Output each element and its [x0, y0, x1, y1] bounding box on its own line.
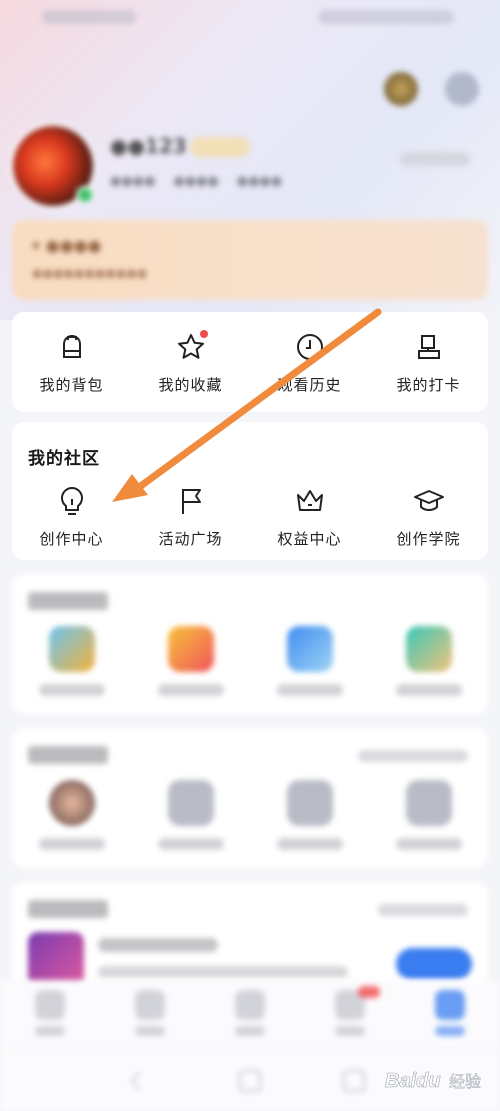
my-favorites-button[interactable]: 我的收藏 — [131, 330, 250, 395]
community-card: 我的社区 创作中心 活动广场 权益中心 创作学院 — [12, 422, 488, 560]
service-row2-item-1[interactable] — [12, 780, 131, 850]
nav-item-3[interactable] — [200, 980, 300, 1050]
user-stats: ●●●● ●●●● ●●●● — [110, 174, 282, 189]
service-icon-4 — [405, 626, 452, 672]
community-title: 我的社区 — [28, 449, 100, 469]
graduation-cap-icon — [412, 484, 446, 518]
diamond-icon — [167, 780, 214, 826]
star-icon — [174, 330, 208, 364]
recommended-services-card — [12, 574, 488, 714]
stat-1[interactable]: ●●●● — [110, 174, 155, 189]
service-row2-icon-4 — [405, 780, 452, 826]
verified-badge — [76, 186, 94, 204]
my-backpack-button[interactable]: 我的背包 — [12, 330, 131, 395]
favorites-badge — [199, 330, 208, 338]
my-backpack-label: 我的背包 — [39, 376, 104, 394]
recommended-services-title — [28, 592, 108, 610]
checkin-icon — [412, 330, 446, 364]
benefits-center-button[interactable]: 权益中心 — [250, 484, 369, 549]
creator-center-button[interactable]: 创作中心 — [12, 484, 131, 549]
vip-title: ▾ ●●●● — [32, 236, 102, 255]
promo-line-1 — [98, 938, 218, 952]
nav-item-messages[interactable] — [300, 980, 400, 1050]
services-more-link[interactable] — [358, 750, 468, 762]
services-title — [28, 746, 108, 764]
vip-subtitle: ●●●●●●●●●●● — [32, 266, 148, 280]
stat-3[interactable]: ●●●● — [237, 174, 282, 189]
flag-icon — [174, 484, 208, 518]
user-name[interactable]: ●●123 — [110, 134, 187, 158]
creator-academy-label: 创作学院 — [396, 530, 461, 548]
home-icon — [35, 990, 65, 1020]
clock-icon — [293, 330, 327, 364]
skin-icon[interactable] — [384, 72, 418, 106]
promo-action-button[interactable] — [396, 948, 472, 980]
service-item-3[interactable] — [250, 626, 369, 696]
settings-icon[interactable] — [445, 72, 479, 106]
nav-icon-2 — [135, 990, 165, 1020]
promo-card — [12, 882, 488, 992]
service-icon-3 — [286, 626, 333, 672]
nav-item-home[interactable] — [0, 980, 100, 1050]
crown-icon — [293, 484, 327, 518]
my-checkin-label: 我的打卡 — [396, 376, 461, 394]
home-button-icon[interactable] — [239, 1070, 261, 1092]
level-badge — [190, 137, 250, 157]
stat-2[interactable]: ●●●● — [173, 174, 218, 189]
profile-icon — [435, 990, 465, 1020]
watermark-suffix: 经验 — [449, 1072, 481, 1091]
my-checkin-button[interactable]: 我的打卡 — [369, 330, 488, 395]
lightbulb-icon — [55, 484, 89, 518]
quick-tools-card: 我的背包 我的收藏 观看历史 我的打卡 — [12, 312, 488, 412]
backpack-icon — [55, 330, 89, 364]
services-card — [12, 728, 488, 868]
activity-square-label: 活动广场 — [158, 530, 223, 548]
vip-banner[interactable]: ▾ ●●●● ●●●●●●●●●●● — [12, 220, 488, 300]
creator-academy-button[interactable]: 创作学院 — [369, 484, 488, 549]
watch-history-button[interactable]: 观看历史 — [250, 330, 369, 395]
service-icon-2 — [167, 626, 214, 672]
service-row2-icon-1 — [48, 780, 95, 826]
activity-square-button[interactable]: 活动广场 — [131, 484, 250, 549]
nav-item-2[interactable] — [100, 980, 200, 1050]
promo-line-2 — [98, 966, 348, 978]
service-item-2[interactable] — [131, 626, 250, 696]
service-icon-1 — [48, 626, 95, 672]
promo-title — [28, 900, 108, 918]
service-row2-item-3[interactable] — [250, 780, 369, 850]
profile-link[interactable] — [400, 152, 470, 166]
service-row2-item-4[interactable] — [369, 780, 488, 850]
back-icon[interactable] — [130, 1071, 150, 1091]
nav-icon-3 — [235, 990, 265, 1020]
service-item-4[interactable] — [369, 626, 488, 696]
service-row2-item-2[interactable] — [131, 780, 250, 850]
benefits-center-label: 权益中心 — [277, 530, 342, 548]
promo-more-link[interactable] — [378, 904, 468, 916]
message-badge — [358, 986, 380, 998]
creator-center-label: 创作中心 — [39, 530, 104, 548]
service-row2-icon-3 — [286, 780, 333, 826]
service-item-1[interactable] — [12, 626, 131, 696]
my-favorites-label: 我的收藏 — [158, 376, 223, 394]
status-bar — [0, 0, 500, 40]
watch-history-label: 观看历史 — [277, 376, 342, 394]
bottom-nav — [0, 980, 500, 1050]
recent-apps-icon[interactable] — [343, 1070, 365, 1092]
nav-item-me[interactable] — [400, 980, 500, 1050]
baidu-jingyan-watermark: Baidu 经验 — [385, 1055, 495, 1105]
watermark-brand: Baidu — [385, 1070, 441, 1092]
